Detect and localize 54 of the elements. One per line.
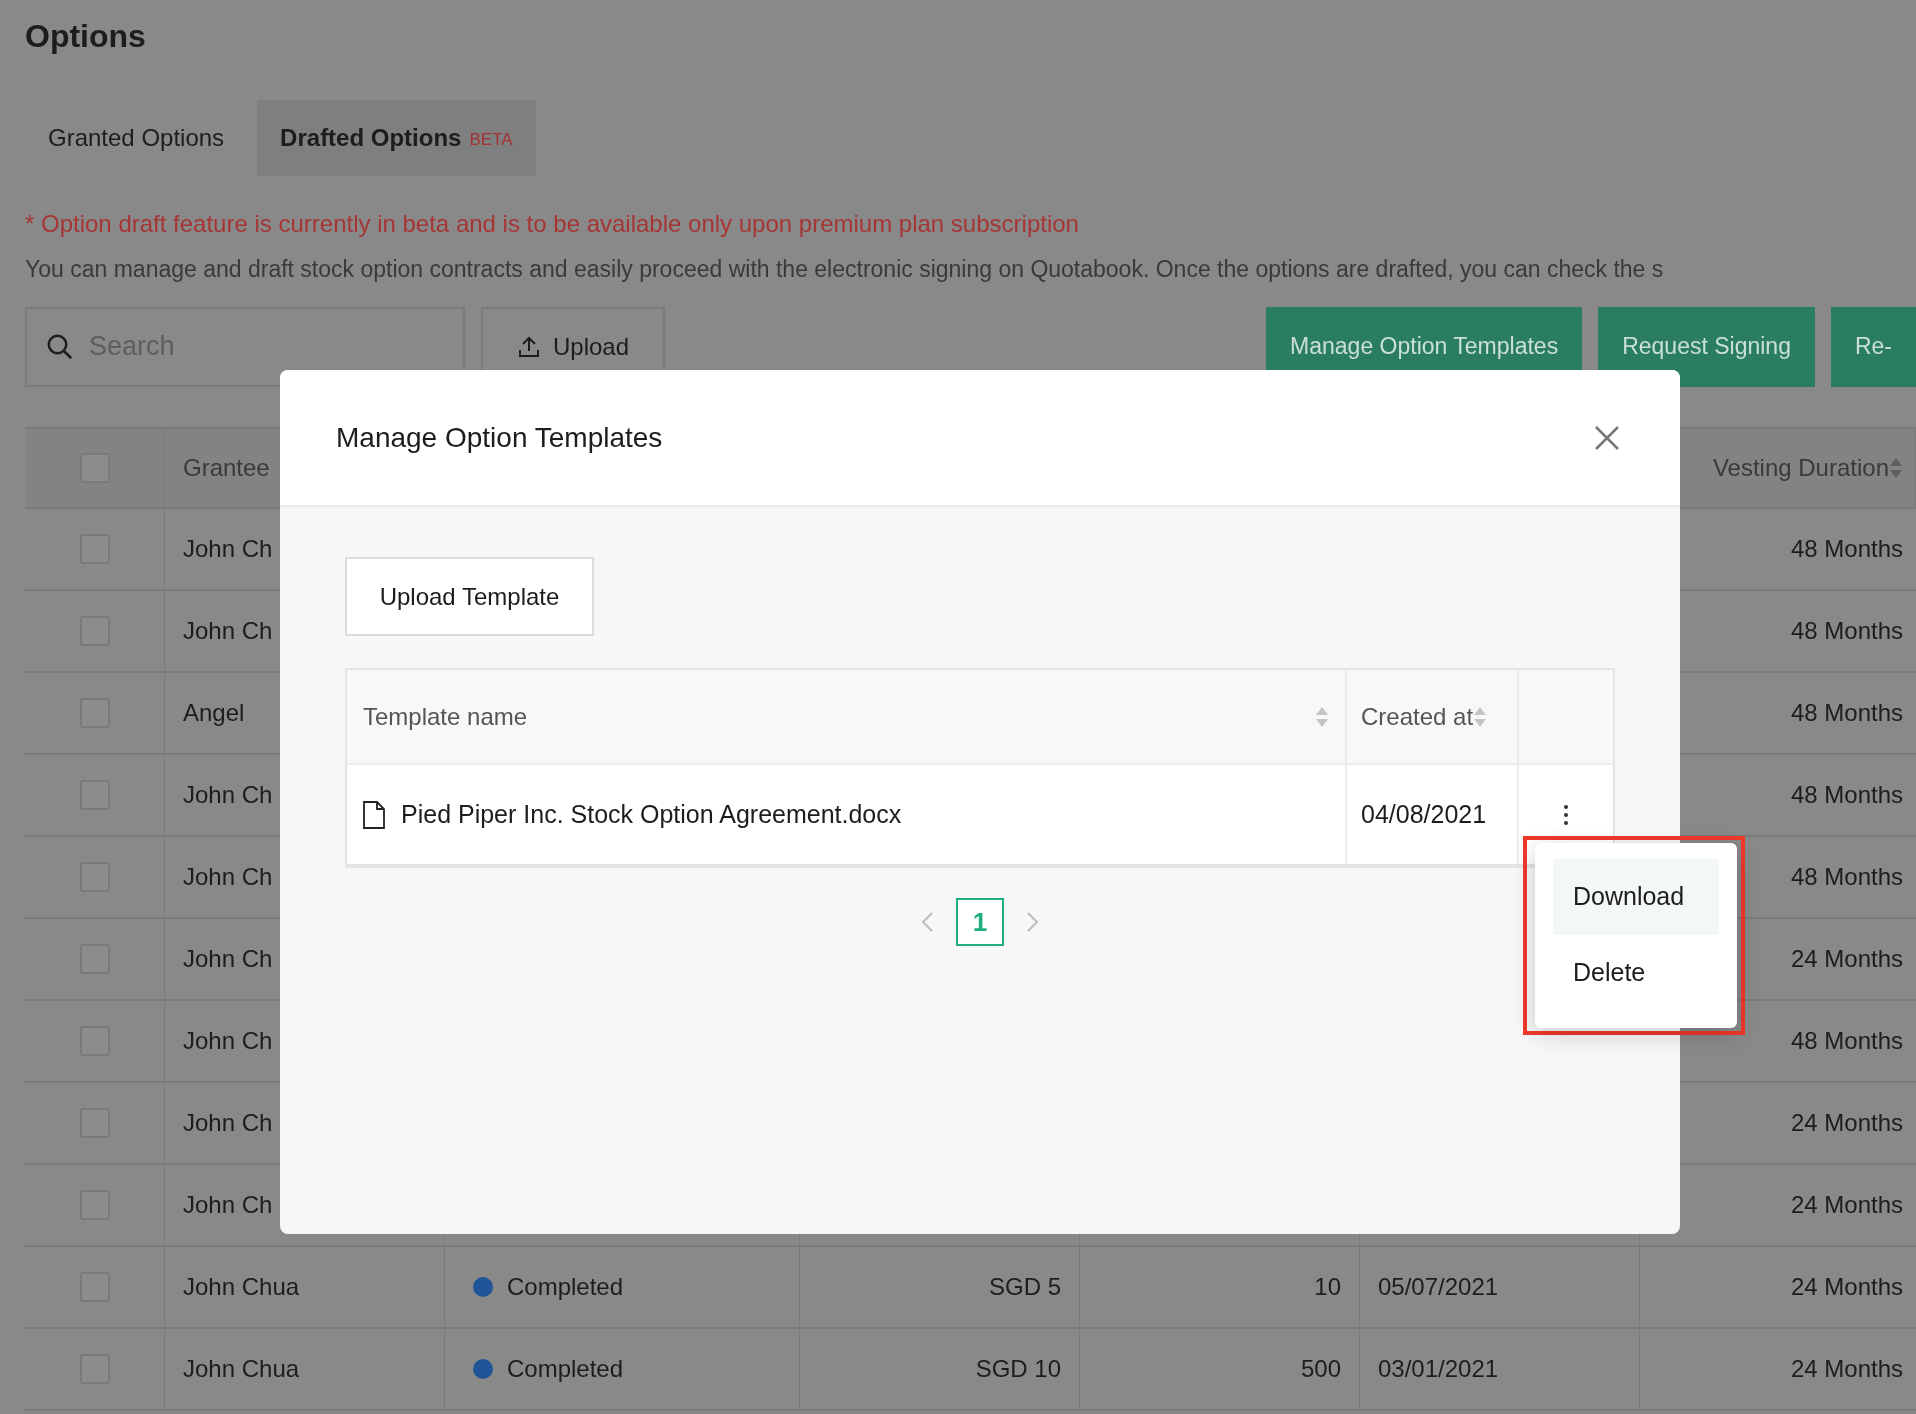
action-button[interactable]: Request Signing [1598, 306, 1815, 387]
beta-label: BETA [469, 129, 513, 152]
tab[interactable]: Drafted Options BETA [257, 100, 536, 176]
grantee-cell-text: John Ch [183, 1025, 273, 1056]
menu-item[interactable]: Download [1553, 859, 1719, 935]
grantee-cell-text: John Ch [183, 1189, 273, 1220]
vesting-cell-text: 24 Months [1790, 1271, 1903, 1302]
grantee-cell-text: John Ch [183, 861, 273, 892]
date-cell-text: 05/07/2021 [1378, 1271, 1499, 1302]
template-name-cell-text: Pied Piper Inc. Stock Option Agreement.docx [401, 798, 902, 830]
grantee-cell-text: John Ch [183, 779, 273, 810]
vesting-cell-text: 48 Months [1790, 533, 1903, 564]
grantee-cell-text: John Ch [183, 1107, 273, 1138]
modal-title: Manage Option Templates [336, 420, 663, 455]
created-date-cell-text: 04/08/2021 [1361, 798, 1487, 830]
previous-page-icon[interactable] [920, 911, 934, 933]
vesting-cell-text: 24 Months [1790, 1353, 1903, 1384]
page-title: Options [25, 17, 147, 56]
column-header: Created at [1361, 701, 1474, 732]
status-cell-text: Completed [507, 1353, 624, 1384]
column-header: Grantee [183, 452, 270, 483]
upload-icon [516, 334, 541, 359]
grantee-cell-text: John Ch [183, 615, 273, 646]
price-cell-text: SGD 5 [988, 1271, 1061, 1302]
vesting-cell-text: 48 Months [1790, 861, 1903, 892]
grantee-cell-text: John Ch [183, 943, 273, 974]
vesting-cell-text: 48 Months [1790, 615, 1903, 646]
date-cell-text: 03/01/2021 [1378, 1353, 1499, 1384]
vesting-cell-text: 48 Months [1790, 697, 1903, 728]
upload-template-button[interactable]: Upload Template [345, 557, 594, 636]
grantee-cell-text: John Chua [183, 1353, 300, 1384]
description-text: You can manage and draft stock option contracts and easily proceed with the electronic signing on Quotabook. Once the options are drafted, you can check the s [25, 255, 1665, 284]
more-icon[interactable] [1563, 803, 1569, 826]
column-header: Vesting Duration [1712, 452, 1889, 483]
price-cell-text: SGD 10 [975, 1353, 1061, 1384]
close-icon [1594, 424, 1620, 451]
file-icon [363, 800, 385, 829]
grantee-cell-text: John Chua [183, 1271, 300, 1302]
vesting-cell-text: 48 Months [1790, 1025, 1903, 1056]
column-header: Template name [363, 701, 528, 732]
quantity-cell-text: 500 [1300, 1353, 1341, 1384]
page-button[interactable]: 1 [956, 898, 1004, 946]
vesting-cell-text: 24 Months [1790, 1189, 1903, 1220]
grantee-cell-text: John Ch [183, 533, 273, 564]
vesting-cell-text: 24 Months [1790, 943, 1903, 974]
vesting-cell-text: 48 Months [1790, 779, 1903, 810]
status-cell-text: Completed [507, 1271, 624, 1302]
vesting-cell-text: 24 Months [1790, 1107, 1903, 1138]
beta-notice: * Option draft feature is currently in beta and is to be available only upon premium plan subscription [25, 209, 1080, 239]
grantee-cell-text: Angel [183, 697, 245, 728]
next-page-icon[interactable] [1026, 911, 1040, 933]
quantity-cell-text: 10 [1314, 1271, 1341, 1302]
tab[interactable]: Granted Options [25, 100, 248, 176]
action-button[interactable]: Re- [1830, 306, 1916, 387]
